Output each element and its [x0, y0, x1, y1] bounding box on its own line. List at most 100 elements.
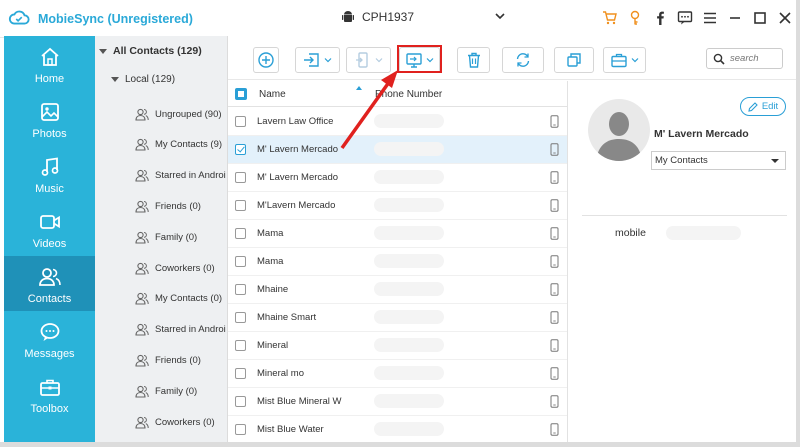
phone-cell-redacted	[374, 422, 444, 436]
app-title: MobieSync (Unregistered)	[38, 11, 193, 26]
import-button[interactable]	[295, 47, 340, 73]
tree-group-label: My Contacts (0)	[155, 293, 223, 305]
tree-group[interactable]: Ungrouped (90)	[135, 104, 227, 124]
key-icon[interactable]	[626, 9, 644, 27]
phone-device-icon	[550, 115, 559, 128]
column-phone[interactable]: Phone Number	[375, 89, 442, 100]
export-to-device-button[interactable]	[346, 47, 391, 73]
tree-group[interactable]: Family (0)	[135, 381, 227, 401]
tree-group[interactable]: Friends (0)	[135, 196, 227, 216]
tree-group-label: Family (0)	[155, 385, 198, 397]
row-checkbox[interactable]	[235, 144, 246, 155]
contact-row[interactable]: Mama	[228, 248, 567, 276]
trash-icon	[467, 52, 480, 68]
edit-button[interactable]: Edit	[740, 97, 786, 116]
contact-row[interactable]: M' Lavern Mercado	[228, 136, 567, 164]
group-icon	[135, 293, 149, 305]
tree-group[interactable]: Starred in Androi	[135, 320, 227, 340]
tree-group[interactable]: Starred in Androi	[135, 166, 227, 186]
phone-device-icon	[550, 339, 559, 352]
contact-row[interactable]: Mhaine	[228, 276, 567, 304]
duplicate-button[interactable]	[554, 47, 594, 73]
row-checkbox[interactable]	[235, 340, 246, 351]
phone-device-icon	[550, 367, 559, 380]
tree-group[interactable]: Coworkers (0)	[135, 412, 227, 432]
nav-videos[interactable]: Videos	[4, 201, 95, 256]
nav-contacts-label: Contacts	[27, 293, 72, 305]
menu-icon[interactable]	[701, 9, 719, 27]
chevron-down-icon	[324, 58, 332, 63]
contact-row[interactable]: Mama	[228, 220, 567, 248]
tree-group-label: Starred in Androi	[155, 324, 226, 336]
toolbox-button[interactable]	[603, 47, 646, 73]
tree-all-contacts-label: All Contacts (129)	[113, 45, 202, 57]
contact-name-cell: Mhaine Smart	[257, 312, 317, 323]
maximize-icon[interactable]	[751, 9, 769, 27]
contact-row[interactable]: M' Lavern Mercado	[228, 164, 567, 192]
row-checkbox[interactable]	[235, 256, 246, 267]
device-selector[interactable]: CPH1937	[342, 10, 414, 24]
nav-messages[interactable]: Messages	[4, 311, 95, 366]
phone-cell-redacted	[374, 366, 444, 380]
nav-photos[interactable]: Photos	[4, 91, 95, 146]
chevron-down-icon[interactable]	[494, 10, 506, 22]
column-name[interactable]: Name	[259, 89, 286, 100]
contact-row[interactable]: Lavern Law Office	[228, 108, 567, 136]
nav-messages-label: Messages	[24, 348, 75, 360]
sort-arrow-icon	[356, 86, 362, 90]
tree-local[interactable]: Local (129)	[111, 74, 175, 85]
contact-group-tree: All Contacts (129) Local (129) Ungrouped…	[95, 36, 228, 442]
delete-button[interactable]	[457, 47, 490, 73]
tree-group[interactable]: Friends (0)	[135, 350, 227, 370]
contact-group-select[interactable]: My Contacts	[651, 151, 786, 170]
message-icon	[40, 323, 59, 341]
phone-cell-redacted	[374, 114, 444, 128]
nav-toolbox-label: Toolbox	[30, 403, 69, 415]
tree-group[interactable]: Coworkers (0)	[135, 258, 227, 278]
refresh-button[interactable]	[502, 47, 544, 73]
nav-music[interactable]: Music	[4, 146, 95, 201]
add-button[interactable]	[253, 47, 279, 73]
contact-name-cell: Mama	[257, 228, 284, 239]
row-checkbox[interactable]	[235, 312, 246, 323]
nav-home[interactable]: Home	[4, 36, 95, 91]
contacts-icon	[38, 268, 61, 286]
contact-row[interactable]: M'Lavern Mercado	[228, 192, 567, 220]
row-checkbox[interactable]	[235, 116, 246, 127]
expand-icon	[111, 77, 119, 82]
row-checkbox[interactable]	[235, 200, 246, 211]
feedback-icon[interactable]	[676, 9, 694, 27]
close-icon[interactable]	[776, 9, 794, 27]
contact-row[interactable]: Mist Blue Mineral W	[228, 388, 567, 416]
contact-row[interactable]: Mineral	[228, 332, 567, 360]
phone-device-icon	[550, 143, 559, 156]
contact-table-header: Name Phone Number	[228, 81, 567, 107]
row-checkbox[interactable]	[235, 228, 246, 239]
group-icon	[135, 262, 149, 275]
tree-group[interactable]: My Contacts (0)	[135, 289, 227, 309]
music-icon	[41, 157, 58, 176]
select-all-checkbox[interactable]	[235, 88, 247, 100]
minimize-icon[interactable]	[726, 9, 744, 27]
facebook-icon[interactable]	[651, 9, 669, 27]
cart-icon[interactable]	[601, 9, 619, 27]
search-input[interactable]	[730, 53, 780, 64]
nav-toolbox[interactable]: Toolbox	[4, 366, 95, 421]
tree-group[interactable]: My Contacts (9)	[135, 135, 227, 155]
group-icon	[135, 200, 149, 213]
row-checkbox[interactable]	[235, 368, 246, 379]
group-icon	[135, 416, 149, 429]
contact-name: M' Lavern Mercado	[654, 128, 749, 140]
contact-row[interactable]: Mhaine Smart	[228, 304, 567, 332]
contact-row[interactable]: Mist Blue Water	[228, 416, 567, 444]
row-checkbox[interactable]	[235, 284, 246, 295]
tree-all-contacts[interactable]: All Contacts (129)	[95, 40, 227, 62]
search-box[interactable]	[706, 48, 783, 69]
row-checkbox[interactable]	[235, 172, 246, 183]
row-checkbox[interactable]	[235, 424, 246, 435]
nav-contacts[interactable]: Contacts	[4, 256, 95, 311]
group-icon	[135, 231, 149, 244]
row-checkbox[interactable]	[235, 396, 246, 407]
tree-group[interactable]: Family (0)	[135, 227, 227, 247]
contact-row[interactable]: Mineral mo	[228, 360, 567, 388]
